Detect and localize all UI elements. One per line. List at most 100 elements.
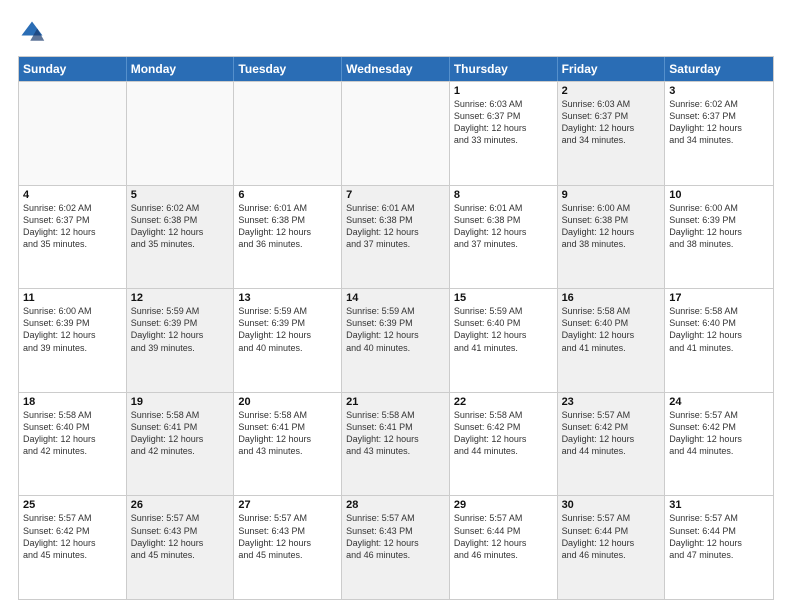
day-number: 21	[346, 396, 445, 408]
day-number: 29	[454, 499, 553, 511]
day-info: Sunrise: 5:58 AM Sunset: 6:40 PM Dayligh…	[669, 305, 769, 354]
day-number: 4	[23, 189, 122, 201]
day-number: 23	[562, 396, 661, 408]
day-info: Sunrise: 5:57 AM Sunset: 6:43 PM Dayligh…	[131, 512, 230, 561]
calendar-cell: 6Sunrise: 6:01 AM Sunset: 6:38 PM Daylig…	[234, 186, 342, 289]
day-info: Sunrise: 6:00 AM Sunset: 6:39 PM Dayligh…	[669, 202, 769, 251]
day-number: 15	[454, 292, 553, 304]
day-info: Sunrise: 6:01 AM Sunset: 6:38 PM Dayligh…	[238, 202, 337, 251]
calendar-day-header: Friday	[558, 57, 666, 81]
day-number: 12	[131, 292, 230, 304]
day-info: Sunrise: 5:59 AM Sunset: 6:39 PM Dayligh…	[131, 305, 230, 354]
calendar-day-header: Monday	[127, 57, 235, 81]
day-number: 19	[131, 396, 230, 408]
day-number: 13	[238, 292, 337, 304]
day-info: Sunrise: 5:57 AM Sunset: 6:44 PM Dayligh…	[669, 512, 769, 561]
calendar-cell	[127, 82, 235, 185]
logo	[18, 18, 50, 46]
logo-icon	[18, 18, 46, 46]
day-info: Sunrise: 5:58 AM Sunset: 6:41 PM Dayligh…	[238, 409, 337, 458]
calendar-body: 1Sunrise: 6:03 AM Sunset: 6:37 PM Daylig…	[19, 81, 773, 599]
day-number: 26	[131, 499, 230, 511]
calendar-cell: 5Sunrise: 6:02 AM Sunset: 6:38 PM Daylig…	[127, 186, 235, 289]
day-number: 14	[346, 292, 445, 304]
day-number: 28	[346, 499, 445, 511]
calendar-cell	[234, 82, 342, 185]
calendar-cell: 22Sunrise: 5:58 AM Sunset: 6:42 PM Dayli…	[450, 393, 558, 496]
day-info: Sunrise: 5:57 AM Sunset: 6:44 PM Dayligh…	[454, 512, 553, 561]
calendar-cell: 29Sunrise: 5:57 AM Sunset: 6:44 PM Dayli…	[450, 496, 558, 599]
calendar-cell: 11Sunrise: 6:00 AM Sunset: 6:39 PM Dayli…	[19, 289, 127, 392]
day-number: 17	[669, 292, 769, 304]
header	[18, 18, 774, 46]
calendar-cell: 2Sunrise: 6:03 AM Sunset: 6:37 PM Daylig…	[558, 82, 666, 185]
day-number: 5	[131, 189, 230, 201]
day-info: Sunrise: 6:02 AM Sunset: 6:37 PM Dayligh…	[669, 98, 769, 147]
day-info: Sunrise: 5:59 AM Sunset: 6:39 PM Dayligh…	[346, 305, 445, 354]
calendar-cell: 30Sunrise: 5:57 AM Sunset: 6:44 PM Dayli…	[558, 496, 666, 599]
calendar-cell: 19Sunrise: 5:58 AM Sunset: 6:41 PM Dayli…	[127, 393, 235, 496]
day-info: Sunrise: 5:57 AM Sunset: 6:43 PM Dayligh…	[346, 512, 445, 561]
calendar-cell: 25Sunrise: 5:57 AM Sunset: 6:42 PM Dayli…	[19, 496, 127, 599]
calendar-cell: 10Sunrise: 6:00 AM Sunset: 6:39 PM Dayli…	[665, 186, 773, 289]
day-number: 11	[23, 292, 122, 304]
calendar-day-header: Saturday	[665, 57, 773, 81]
day-info: Sunrise: 5:59 AM Sunset: 6:39 PM Dayligh…	[238, 305, 337, 354]
calendar-cell: 17Sunrise: 5:58 AM Sunset: 6:40 PM Dayli…	[665, 289, 773, 392]
calendar-cell: 4Sunrise: 6:02 AM Sunset: 6:37 PM Daylig…	[19, 186, 127, 289]
calendar-cell: 13Sunrise: 5:59 AM Sunset: 6:39 PM Dayli…	[234, 289, 342, 392]
calendar-cell: 14Sunrise: 5:59 AM Sunset: 6:39 PM Dayli…	[342, 289, 450, 392]
calendar-row: 11Sunrise: 6:00 AM Sunset: 6:39 PM Dayli…	[19, 288, 773, 392]
day-number: 8	[454, 189, 553, 201]
calendar-row: 25Sunrise: 5:57 AM Sunset: 6:42 PM Dayli…	[19, 495, 773, 599]
day-info: Sunrise: 5:57 AM Sunset: 6:42 PM Dayligh…	[23, 512, 122, 561]
calendar-cell: 9Sunrise: 6:00 AM Sunset: 6:38 PM Daylig…	[558, 186, 666, 289]
day-info: Sunrise: 6:00 AM Sunset: 6:38 PM Dayligh…	[562, 202, 661, 251]
day-number: 9	[562, 189, 661, 201]
day-info: Sunrise: 5:58 AM Sunset: 6:40 PM Dayligh…	[23, 409, 122, 458]
calendar-cell: 1Sunrise: 6:03 AM Sunset: 6:37 PM Daylig…	[450, 82, 558, 185]
day-number: 18	[23, 396, 122, 408]
calendar-day-header: Thursday	[450, 57, 558, 81]
day-number: 7	[346, 189, 445, 201]
calendar-row: 4Sunrise: 6:02 AM Sunset: 6:37 PM Daylig…	[19, 185, 773, 289]
day-number: 16	[562, 292, 661, 304]
day-info: Sunrise: 6:03 AM Sunset: 6:37 PM Dayligh…	[562, 98, 661, 147]
day-info: Sunrise: 5:58 AM Sunset: 6:41 PM Dayligh…	[346, 409, 445, 458]
day-number: 25	[23, 499, 122, 511]
calendar-cell: 18Sunrise: 5:58 AM Sunset: 6:40 PM Dayli…	[19, 393, 127, 496]
day-number: 2	[562, 85, 661, 97]
day-info: Sunrise: 5:58 AM Sunset: 6:42 PM Dayligh…	[454, 409, 553, 458]
day-info: Sunrise: 6:02 AM Sunset: 6:38 PM Dayligh…	[131, 202, 230, 251]
day-info: Sunrise: 6:01 AM Sunset: 6:38 PM Dayligh…	[346, 202, 445, 251]
day-number: 3	[669, 85, 769, 97]
calendar-cell: 27Sunrise: 5:57 AM Sunset: 6:43 PM Dayli…	[234, 496, 342, 599]
calendar-cell	[19, 82, 127, 185]
calendar-day-header: Wednesday	[342, 57, 450, 81]
calendar-cell: 21Sunrise: 5:58 AM Sunset: 6:41 PM Dayli…	[342, 393, 450, 496]
day-number: 24	[669, 396, 769, 408]
day-info: Sunrise: 5:57 AM Sunset: 6:43 PM Dayligh…	[238, 512, 337, 561]
calendar-day-header: Sunday	[19, 57, 127, 81]
day-info: Sunrise: 5:58 AM Sunset: 6:41 PM Dayligh…	[131, 409, 230, 458]
calendar-row: 1Sunrise: 6:03 AM Sunset: 6:37 PM Daylig…	[19, 81, 773, 185]
calendar-cell: 28Sunrise: 5:57 AM Sunset: 6:43 PM Dayli…	[342, 496, 450, 599]
day-number: 31	[669, 499, 769, 511]
calendar-cell: 3Sunrise: 6:02 AM Sunset: 6:37 PM Daylig…	[665, 82, 773, 185]
calendar-header: SundayMondayTuesdayWednesdayThursdayFrid…	[19, 57, 773, 81]
day-number: 20	[238, 396, 337, 408]
calendar-cell: 8Sunrise: 6:01 AM Sunset: 6:38 PM Daylig…	[450, 186, 558, 289]
day-info: Sunrise: 6:00 AM Sunset: 6:39 PM Dayligh…	[23, 305, 122, 354]
day-info: Sunrise: 6:03 AM Sunset: 6:37 PM Dayligh…	[454, 98, 553, 147]
calendar: SundayMondayTuesdayWednesdayThursdayFrid…	[18, 56, 774, 600]
day-info: Sunrise: 5:57 AM Sunset: 6:44 PM Dayligh…	[562, 512, 661, 561]
calendar-cell: 24Sunrise: 5:57 AM Sunset: 6:42 PM Dayli…	[665, 393, 773, 496]
day-number: 30	[562, 499, 661, 511]
calendar-cell: 7Sunrise: 6:01 AM Sunset: 6:38 PM Daylig…	[342, 186, 450, 289]
calendar-cell: 15Sunrise: 5:59 AM Sunset: 6:40 PM Dayli…	[450, 289, 558, 392]
day-number: 1	[454, 85, 553, 97]
day-info: Sunrise: 5:58 AM Sunset: 6:40 PM Dayligh…	[562, 305, 661, 354]
calendar-cell: 12Sunrise: 5:59 AM Sunset: 6:39 PM Dayli…	[127, 289, 235, 392]
day-number: 10	[669, 189, 769, 201]
calendar-day-header: Tuesday	[234, 57, 342, 81]
